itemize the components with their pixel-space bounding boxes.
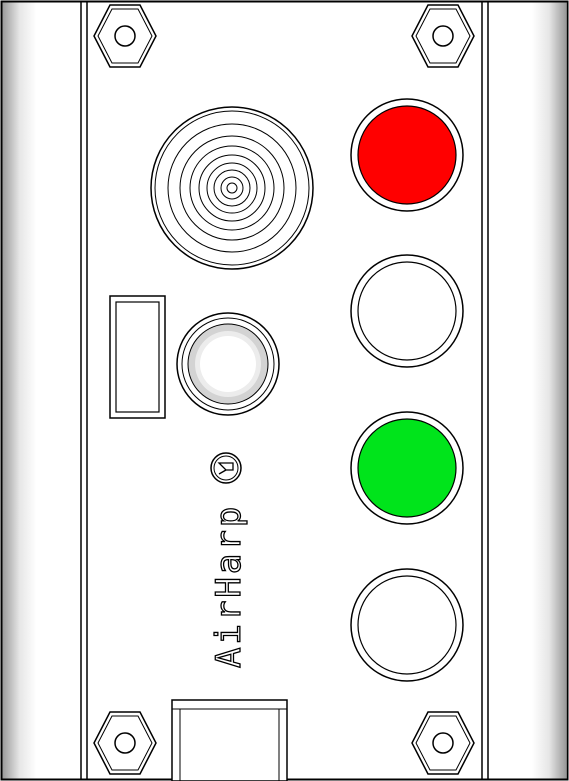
control-box-diagram: AirHarp (0, 0, 569, 781)
cable-gland (171, 699, 288, 781)
indicator-light (176, 312, 280, 416)
brand-name: AirHarp (209, 504, 249, 668)
label-slot (109, 295, 166, 419)
brand-logo: AirHarp (208, 503, 249, 669)
red-pushbutton[interactable] (350, 98, 464, 212)
white-pushbutton-2[interactable] (350, 568, 464, 682)
trademark-badge (210, 452, 242, 484)
buzzer (150, 106, 314, 270)
white-pushbutton-1[interactable] (350, 254, 464, 368)
housing (0, 0, 569, 781)
green-pushbutton[interactable] (350, 411, 464, 525)
